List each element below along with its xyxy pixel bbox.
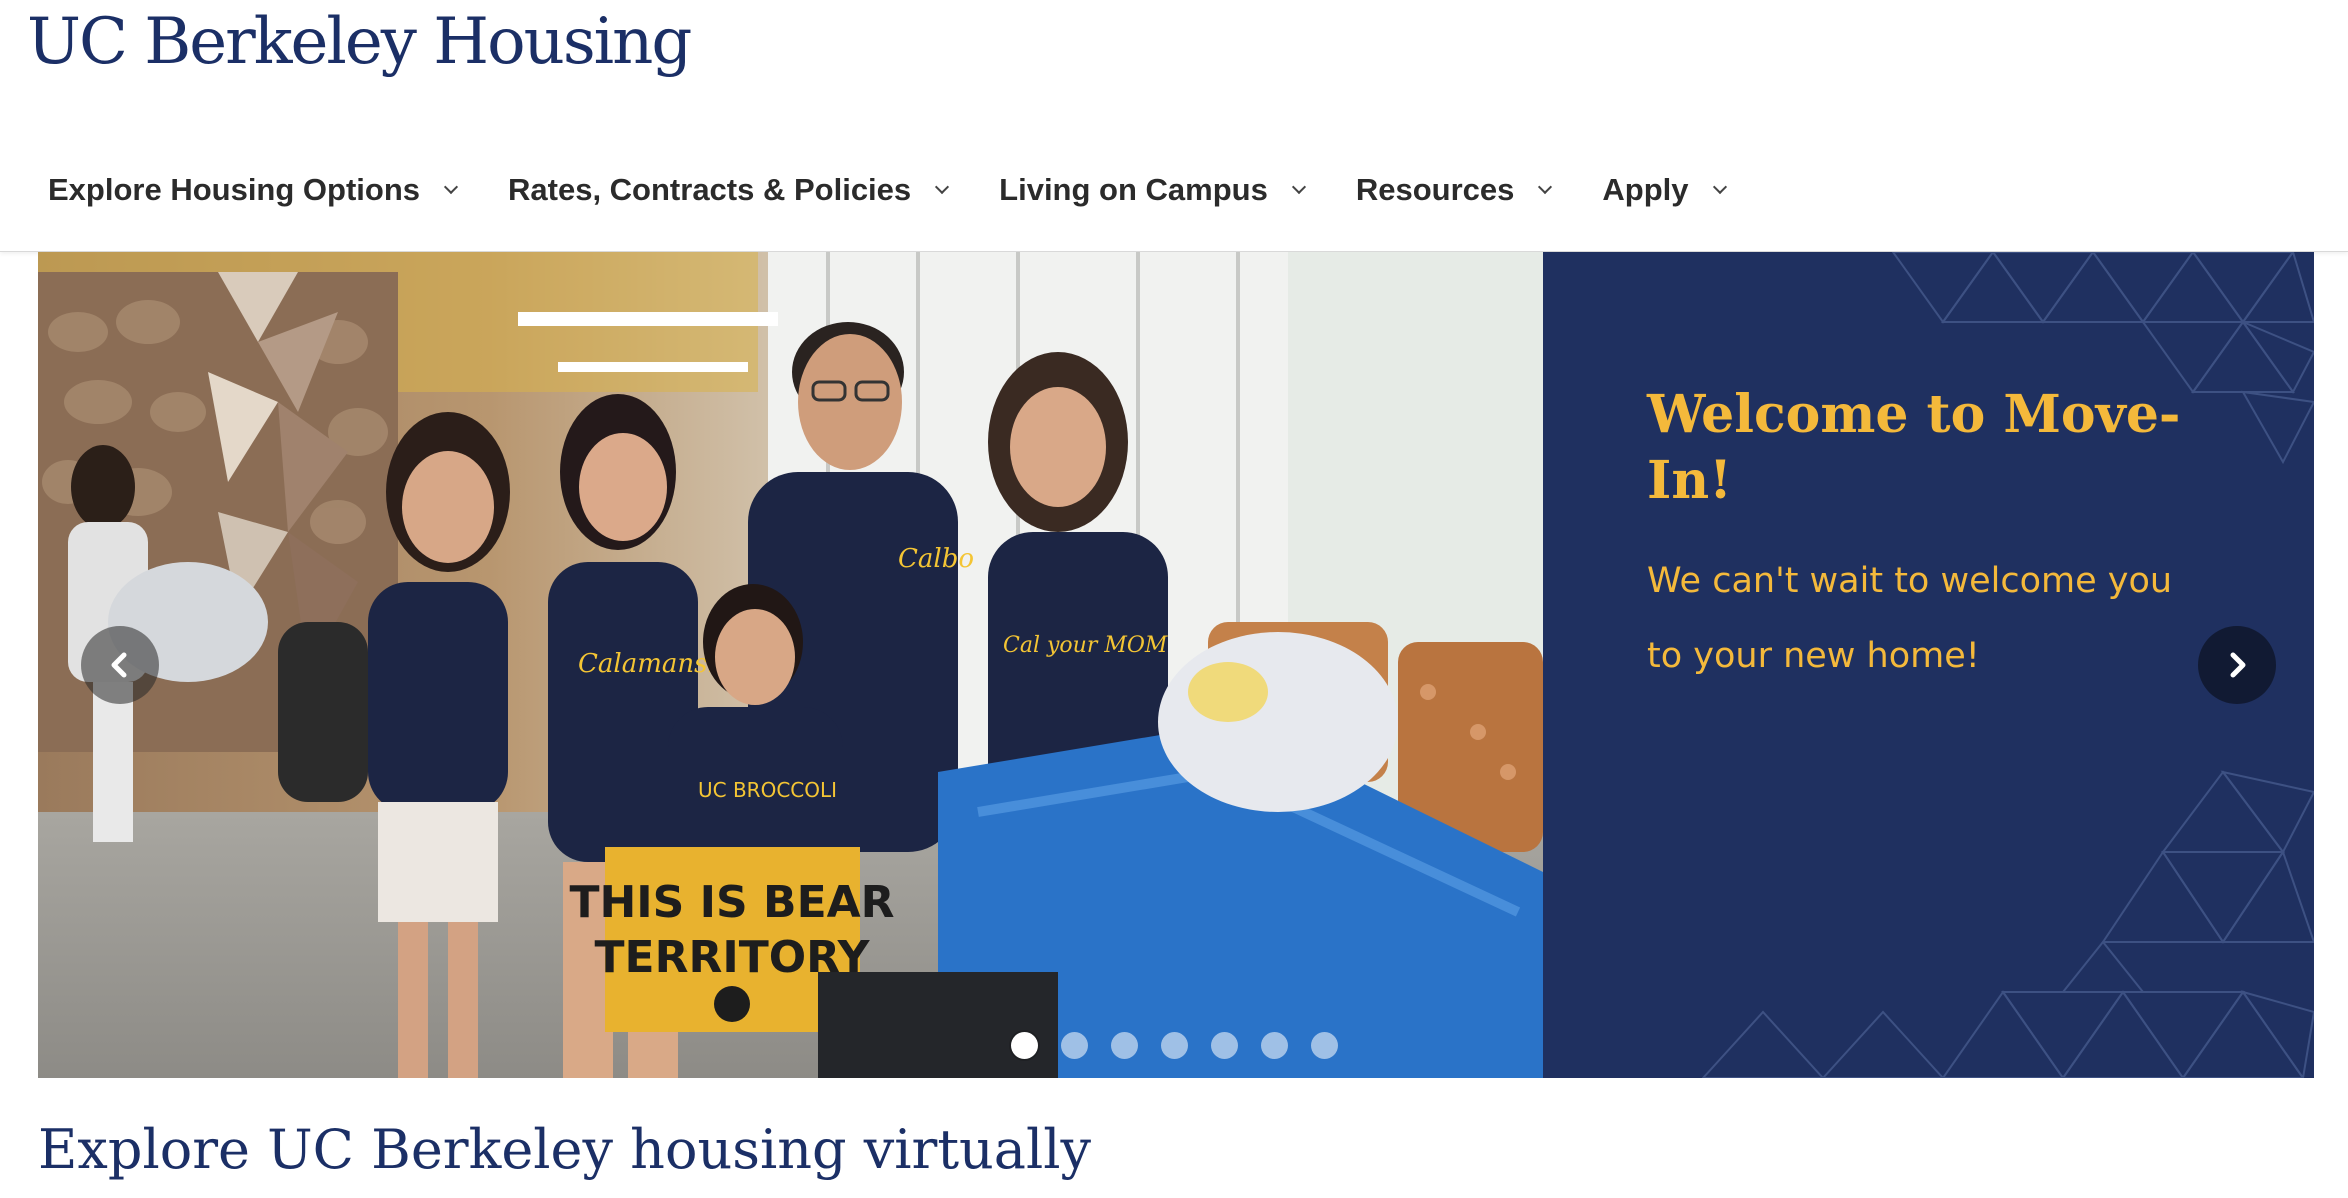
carousel-dot-6[interactable] [1261, 1032, 1288, 1059]
carousel-next-button[interactable] [2198, 626, 2276, 704]
chevron-down-icon [935, 179, 950, 195]
nav-item-rates-contracts-policies[interactable]: Rates, Contracts & Policies [508, 172, 950, 208]
chevron-left-icon [111, 652, 127, 678]
svg-text:Cal your MOM: Cal your MOM [1003, 633, 1168, 658]
nav-item-label: Living on Campus [999, 172, 1268, 207]
chevron-down-icon [1291, 179, 1306, 195]
nav-item-label: Apply [1602, 172, 1689, 207]
nav-item-resources[interactable]: Resources [1355, 172, 1553, 208]
nav-item-label: Resources [1355, 172, 1515, 207]
carousel-prev-button[interactable] [81, 626, 159, 704]
carousel-dots [1011, 1032, 1361, 1059]
site-logo[interactable]: UC Berkeley Housing [27, 2, 692, 82]
slide-title: Welcome to Move-In! [1647, 384, 2181, 511]
section-heading: Explore UC Berkeley housing virtually [38, 1118, 1092, 1181]
carousel-dot-1[interactable] [1011, 1032, 1038, 1059]
nav-item-apply[interactable]: Apply [1602, 172, 1727, 208]
site-header: UC Berkeley Housing Explore Housing Opti… [0, 0, 2348, 252]
photo-sign-line-1: THIS IS BEAR [569, 877, 894, 928]
main-nav: Explore Housing Options Rates, Contracts… [48, 160, 1777, 220]
carousel-dot-2[interactable] [1061, 1032, 1088, 1059]
carousel-dot-3[interactable] [1111, 1032, 1138, 1059]
svg-text:Calamansi: Calamansi [578, 649, 716, 679]
hero-photo: Calamansi Calbo Cal your MOM UC BROCCOLI… [38, 252, 1543, 1078]
nav-item-label: Explore Housing Options [48, 172, 421, 207]
slide-text: We can't wait to welcome you to your new… [1647, 561, 2173, 676]
carousel-dot-7[interactable] [1311, 1032, 1338, 1059]
chevron-right-icon [2230, 652, 2246, 678]
chevron-down-icon [1712, 179, 1727, 195]
hero-carousel: Calamansi Calbo Cal your MOM UC BROCCOLI… [38, 252, 2314, 1078]
carousel-dot-5[interactable] [1211, 1032, 1238, 1059]
chevron-down-icon [443, 179, 459, 195]
svg-text:UC BROCCOLI: UC BROCCOLI [698, 778, 837, 802]
svg-text:Calbo: Calbo [898, 544, 974, 574]
nav-item-living-on-campus[interactable]: Living on Campus [999, 172, 1306, 208]
nav-item-explore-housing-options[interactable]: Explore Housing Options [48, 172, 459, 208]
carousel-dot-4[interactable] [1161, 1032, 1188, 1059]
chevron-down-icon [1538, 179, 1553, 195]
nav-item-label: Rates, Contracts & Policies [508, 172, 912, 207]
